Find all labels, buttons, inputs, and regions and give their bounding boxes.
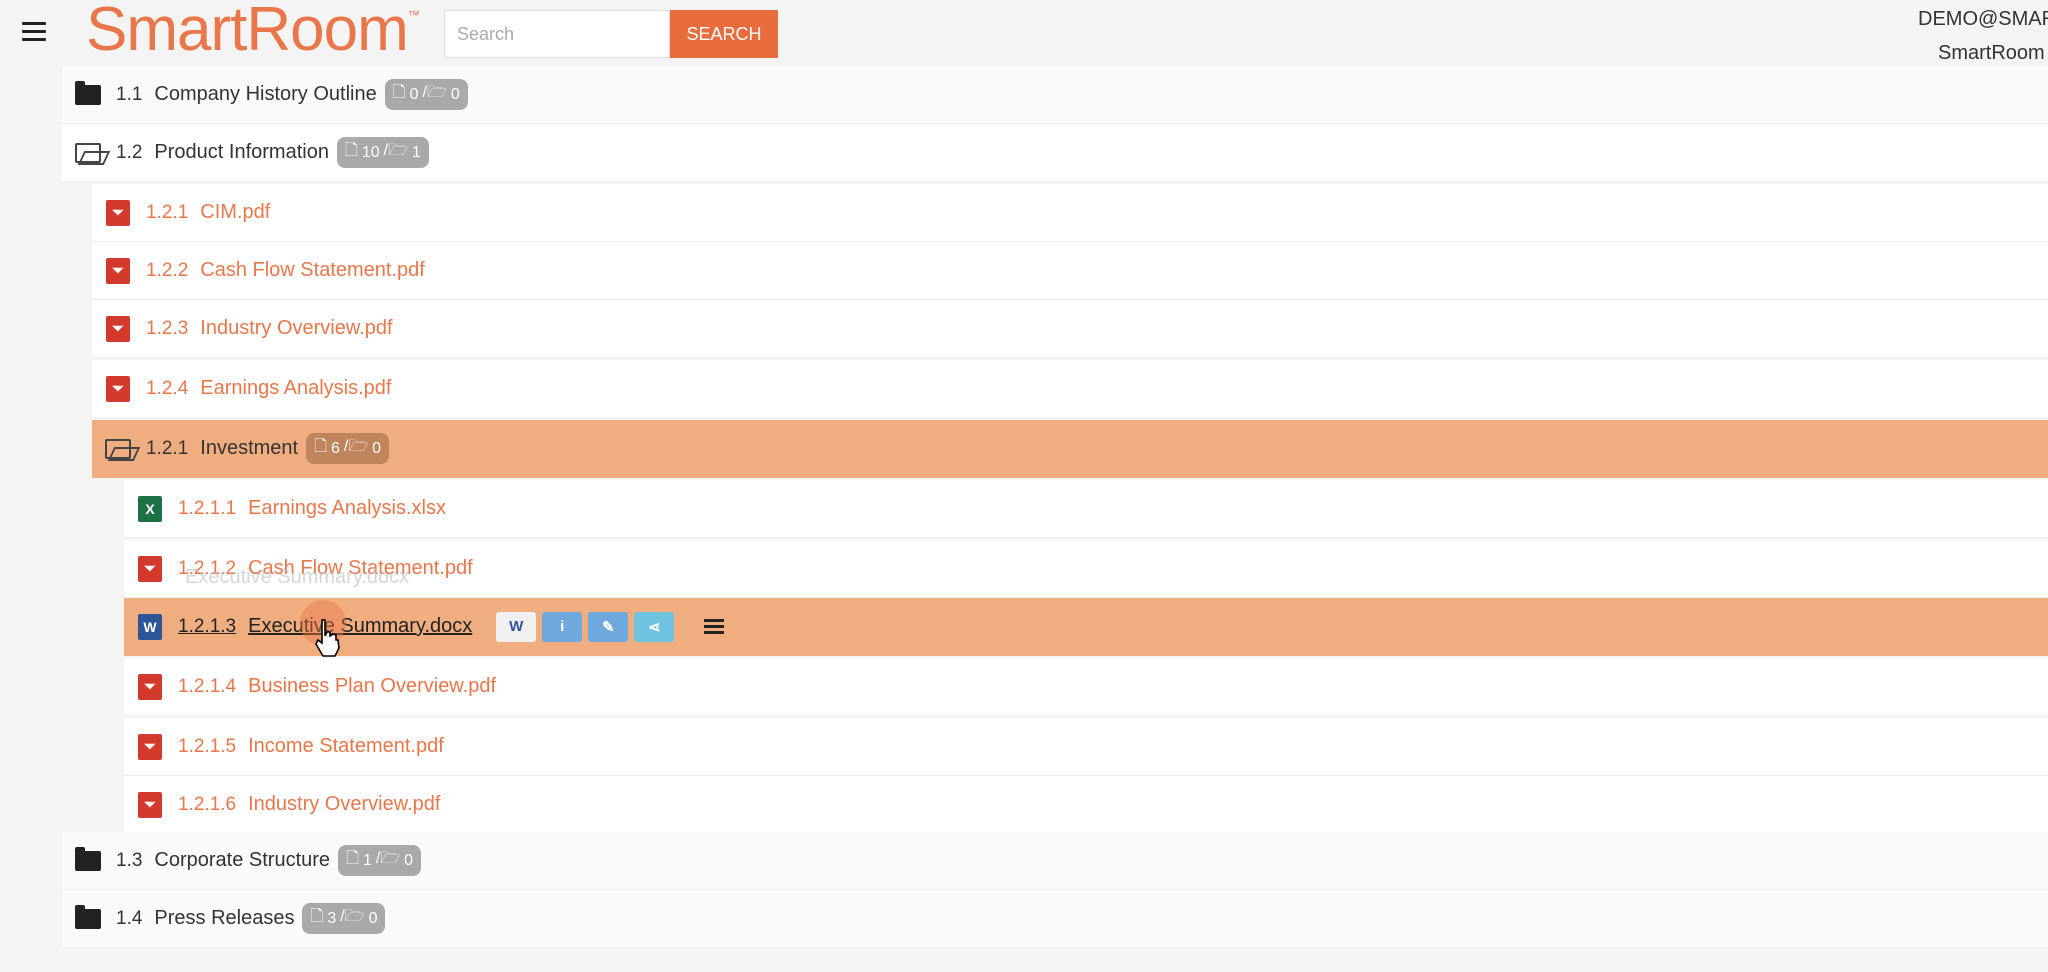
item-name[interactable]: Corporate Structure [154,849,330,872]
item-number: 1.1 [116,83,143,105]
folder-open-icon [104,435,132,463]
user-email[interactable]: DEMO@SMAR [1918,8,2048,31]
item-number: 1.2.1.2 [178,557,237,579]
folder-icon [74,846,102,875]
tree-folder-row[interactable]: 1.2 Product Information 🗋 10/🗁 1 [62,124,2048,182]
app-header: SmartRoom™ SEARCH DEMO@SMAR SmartRoom [0,0,2048,74]
tree-file-row[interactable]: X 1.2.1.1 Earnings Analysis.xlsx [124,480,2048,538]
menu-icon[interactable] [22,22,46,42]
tree-file-row[interactable]: ⏷ 1.2.1.5 Income Statement.pdf [124,718,2048,776]
item-number: 1.2.1 [146,437,189,459]
tree-file-row[interactable]: ⏷ 1.2.1.6 Industry Overview.pdf [124,776,2048,834]
item-number: 1.2 [116,141,143,163]
row-menu-icon[interactable] [704,618,725,635]
pdf-icon: ⏷ [136,733,164,761]
tree-file-row[interactable]: ⏷ 1.2.1.2 Cash Flow Statement.pdf [124,540,2048,598]
file-link[interactable]: Income Statement.pdf [248,735,444,758]
tree-file-row[interactable]: ⏷ 1.2.1.4 Business Plan Overview.pdf [124,658,2048,716]
tree-folder-row[interactable]: 1.3 Corporate Structure 🗋 1/🗁 0 [62,832,2048,890]
item-number: 1.2.2 [146,259,189,281]
item-name[interactable]: Company History Outline [154,83,376,106]
share-button[interactable]: ⋖ [634,611,675,642]
smartroom-logo[interactable]: SmartRoom™ [86,0,420,65]
item-number: 1.4 [116,907,143,929]
folder-icon [74,80,102,109]
pdf-icon: ⏷ [104,257,132,285]
file-link[interactable]: CIM.pdf [200,201,270,224]
pdf-icon: ⏷ [104,375,132,403]
pdf-icon: ⏷ [136,791,164,819]
file-link[interactable]: Cash Flow Statement.pdf [200,259,425,282]
count-badge: 🗋 3/🗁 0 [302,903,386,934]
tree-file-row-selected[interactable]: W 1.2.1.3 Executive Summary.docx W i ✎ ⋖ [124,598,2048,656]
count-badge: 🗋 6/🗁 0 [306,433,390,464]
item-number: 1.2.4 [146,377,189,399]
file-link[interactable]: Business Plan Overview.pdf [248,675,496,698]
pdf-icon: ⏷ [104,199,132,227]
item-name[interactable]: Press Releases [154,907,294,930]
file-link[interactable]: Earnings Analysis.pdf [200,377,391,400]
folder-icon [74,904,102,933]
excel-icon: X [136,495,164,523]
item-number: 1.2.1 [146,201,189,223]
pdf-icon: ⏷ [136,673,164,701]
search-input[interactable] [444,10,670,58]
file-link[interactable]: Executive Summary.docx [248,615,472,638]
tree-folder-row-selected[interactable]: 1.2.1 Investment 🗋 6/🗁 0 [92,420,2048,478]
folder-open-icon [74,139,102,167]
count-badge: 🗋 1/🗁 0 [338,845,422,876]
search-button[interactable]: SEARCH [670,10,778,58]
tree-folder-row[interactable]: 1.1 Company History Outline 🗋 0/🗁 0 [62,66,2048,124]
item-number: 1.2.1.4 [178,675,237,697]
file-link[interactable]: Industry Overview.pdf [200,317,392,340]
tree-file-row[interactable]: ⏷ 1.2.3 Industry Overview.pdf [92,300,2048,358]
count-badge: 🗋 10/🗁 1 [336,137,429,168]
item-name[interactable]: Investment [200,437,298,460]
tree-file-row[interactable]: ⏷ 1.2.2 Cash Flow Statement.pdf [92,242,2048,300]
word-icon: W [136,613,164,641]
item-number: 1.2.3 [146,317,189,339]
item-number: 1.2.1.1 [178,497,237,519]
file-link[interactable]: Cash Flow Statement.pdf [248,557,473,580]
count-badge: 🗋 0/🗁 0 [384,79,468,110]
edit-button[interactable]: ✎ [588,611,629,642]
tree-folder-row[interactable]: 1.4 Press Releases 🗋 3/🗁 0 [62,890,2048,948]
open-in-word-button[interactable]: W [496,611,537,642]
item-name[interactable]: Product Information [154,141,329,164]
tree-file-row[interactable]: ⏷ 1.2.1 CIM.pdf [92,184,2048,242]
item-number: 1.3 [116,849,143,871]
pdf-icon: ⏷ [136,555,164,583]
item-number: 1.2.1.3 [178,615,237,637]
file-link[interactable]: Earnings Analysis.xlsx [248,497,446,520]
room-name: SmartRoom [1938,42,2045,64]
file-link[interactable]: Industry Overview.pdf [248,793,440,816]
tree-file-row[interactable]: ⏷ 1.2.4 Earnings Analysis.pdf [92,360,2048,418]
item-number: 1.2.1.5 [178,735,237,757]
item-number: 1.2.1.6 [178,793,237,815]
info-button[interactable]: i [542,611,583,642]
pdf-icon: ⏷ [104,315,132,343]
row-actions: W i ✎ ⋖ [496,611,675,642]
